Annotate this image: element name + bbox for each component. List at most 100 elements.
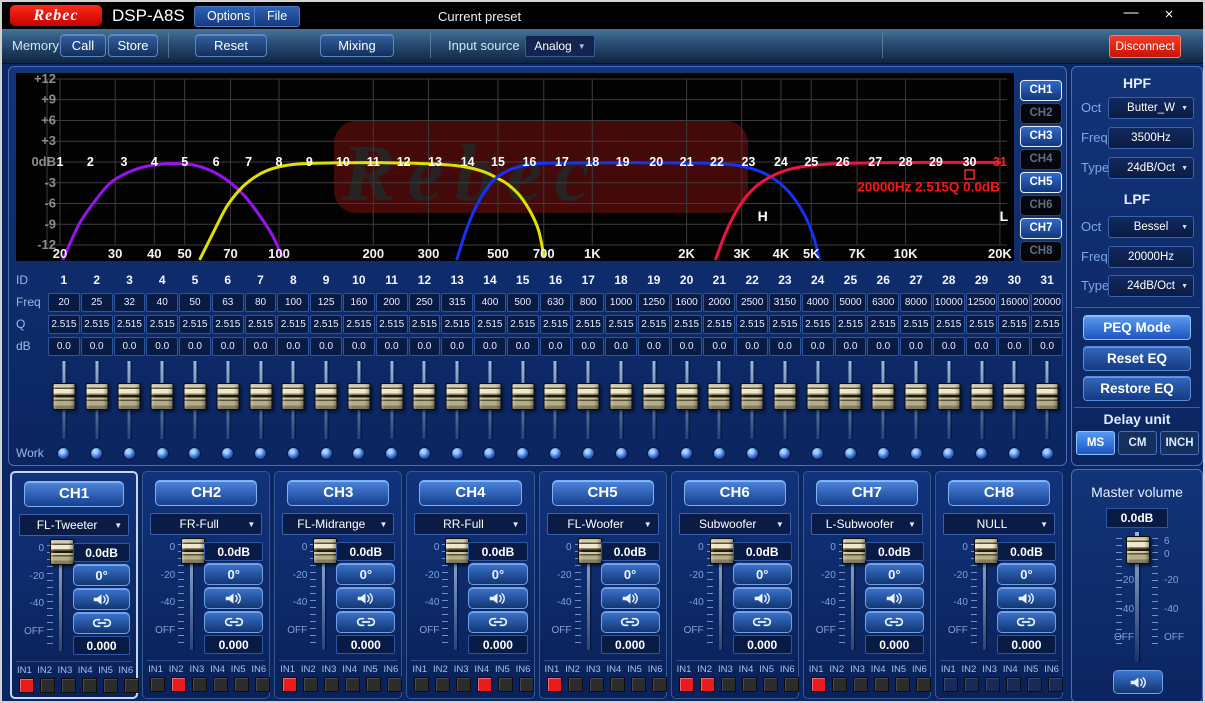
delay-value-ch2[interactable]: 0.000 — [204, 635, 263, 654]
band-q-field-15[interactable]: 2.515 — [507, 315, 539, 334]
delay-unit-ms-button[interactable]: MS — [1076, 431, 1115, 455]
band-q-field-14[interactable]: 2.515 — [474, 315, 506, 334]
channel-button-ch1[interactable]: CH1 — [24, 481, 124, 507]
band-q-field-31[interactable]: 2.515 — [1031, 315, 1063, 334]
input-select-ch1-in6[interactable] — [124, 678, 139, 693]
gain-value-ch5[interactable]: 0.0dB — [601, 542, 660, 561]
band-freq-field-27[interactable]: 8000 — [900, 293, 932, 312]
eq-gain-slider-23[interactable] — [773, 383, 796, 410]
delay-value-ch4[interactable]: 0.000 — [468, 635, 527, 654]
input-select-ch5-in6[interactable] — [652, 677, 667, 692]
band-freq-field-15[interactable]: 500 — [507, 293, 539, 312]
hpf-type-select[interactable]: 24dB/Oct▼ — [1108, 157, 1194, 179]
band-freq-field-7[interactable]: 80 — [245, 293, 277, 312]
band-q-field-5[interactable]: 2.515 — [179, 315, 211, 334]
band-freq-field-14[interactable]: 400 — [474, 293, 506, 312]
delay-unit-inch-button[interactable]: INCH — [1160, 431, 1199, 455]
input-select-ch2-in3[interactable] — [192, 677, 207, 692]
input-select-ch2-in5[interactable] — [234, 677, 249, 692]
band-db-field-22[interactable]: 0.0 — [736, 337, 768, 356]
band-db-field-14[interactable]: 0.0 — [474, 337, 506, 356]
band-q-field-29[interactable]: 2.515 — [966, 315, 998, 334]
eq-gain-slider-8[interactable] — [282, 383, 305, 410]
band-q-field-18[interactable]: 2.515 — [605, 315, 637, 334]
band-db-field-29[interactable]: 0.0 — [966, 337, 998, 356]
input-select-ch5-in5[interactable] — [631, 677, 646, 692]
band-db-field-8[interactable]: 0.0 — [277, 337, 309, 356]
phase-button-ch2[interactable]: 0° — [204, 563, 263, 585]
source-select-ch6[interactable]: Subwoofer▼ — [679, 513, 791, 535]
band-number-20[interactable]: 20 — [649, 155, 663, 169]
eq-gain-slider-16[interactable] — [544, 383, 567, 410]
band-number-29[interactable]: 29 — [929, 155, 943, 169]
band-freq-field-4[interactable]: 40 — [146, 293, 178, 312]
input-select-ch7-in3[interactable] — [853, 677, 868, 692]
band-q-field-6[interactable]: 2.515 — [212, 315, 244, 334]
mixing-button[interactable]: Mixing — [320, 34, 394, 57]
band-number-24[interactable]: 24 — [774, 155, 788, 169]
band-db-field-12[interactable]: 0.0 — [409, 337, 441, 356]
band-q-field-28[interactable]: 2.515 — [933, 315, 965, 334]
disconnect-button[interactable]: Disconnect — [1109, 35, 1181, 58]
band-freq-field-21[interactable]: 2000 — [703, 293, 735, 312]
graph-channel-toggle-ch2[interactable]: CH2 — [1020, 103, 1062, 124]
eq-gain-slider-11[interactable] — [380, 383, 403, 410]
band-number-25[interactable]: 25 — [804, 155, 818, 169]
input-select-ch1-in5[interactable] — [103, 678, 118, 693]
memory-call-button[interactable]: Call — [60, 34, 106, 57]
eq-gain-slider-14[interactable] — [478, 383, 501, 410]
input-select-ch2-in4[interactable] — [213, 677, 228, 692]
band-db-field-15[interactable]: 0.0 — [507, 337, 539, 356]
level-slider-ch3[interactable] — [313, 538, 337, 564]
channel-button-ch3[interactable]: CH3 — [287, 480, 389, 506]
band-q-field-30[interactable]: 2.515 — [998, 315, 1030, 334]
band-db-field-5[interactable]: 0.0 — [179, 337, 211, 356]
input-select-ch1-in3[interactable] — [61, 678, 76, 693]
mute-button-ch3[interactable] — [336, 587, 395, 609]
input-select-ch7-in6[interactable] — [916, 677, 931, 692]
lpf-freq-input[interactable]: 20000Hz — [1108, 246, 1194, 268]
link-button-ch6[interactable] — [733, 611, 792, 633]
band-freq-field-28[interactable]: 10000 — [933, 293, 965, 312]
eq-gain-slider-7[interactable] — [249, 383, 272, 410]
band-q-field-1[interactable]: 2.515 — [48, 315, 80, 334]
band-q-field-9[interactable]: 2.515 — [310, 315, 342, 334]
band-number-14[interactable]: 14 — [461, 155, 475, 169]
delay-unit-cm-button[interactable]: CM — [1118, 431, 1157, 455]
source-select-ch4[interactable]: RR-Full▼ — [414, 513, 526, 535]
input-select-ch1-in1[interactable] — [19, 678, 34, 693]
hpf-freq-input[interactable]: 3500Hz — [1108, 127, 1194, 149]
eq-gain-slider-9[interactable] — [315, 383, 338, 410]
band-number-12[interactable]: 12 — [397, 155, 411, 169]
band-db-field-18[interactable]: 0.0 — [605, 337, 637, 356]
band-number-3[interactable]: 3 — [120, 155, 127, 169]
eq-gain-slider-2[interactable] — [85, 383, 108, 410]
band-db-field-31[interactable]: 0.0 — [1031, 337, 1063, 356]
eq-gain-slider-12[interactable] — [413, 383, 436, 410]
level-slider-ch8[interactable] — [974, 538, 998, 564]
channel-button-ch6[interactable]: CH6 — [684, 480, 786, 506]
phase-button-ch4[interactable]: 0° — [468, 563, 527, 585]
link-button-ch5[interactable] — [601, 611, 660, 633]
graph-channel-toggle-ch7[interactable]: CH7 — [1020, 218, 1062, 239]
band-db-field-11[interactable]: 0.0 — [376, 337, 408, 356]
band-freq-field-26[interactable]: 6300 — [867, 293, 899, 312]
source-select-ch5[interactable]: FL-Woofer▼ — [547, 513, 659, 535]
delay-value-ch5[interactable]: 0.000 — [601, 635, 660, 654]
band-number-31[interactable]: 31 — [993, 155, 1007, 169]
input-select-ch2-in2[interactable] — [171, 677, 186, 692]
eq-gain-slider-18[interactable] — [610, 383, 633, 410]
file-button[interactable]: File — [254, 6, 300, 27]
eq-gain-slider-30[interactable] — [1003, 383, 1026, 410]
band-number-30[interactable]: 30 — [963, 155, 977, 169]
input-select-ch8-in4[interactable] — [1006, 677, 1021, 692]
gain-value-ch1[interactable]: 0.0dB — [73, 543, 130, 562]
eq-gain-slider-27[interactable] — [905, 383, 928, 410]
source-select-ch7[interactable]: L-Subwoofer▼ — [811, 513, 923, 535]
eq-gain-slider-20[interactable] — [675, 383, 698, 410]
band-db-field-6[interactable]: 0.0 — [212, 337, 244, 356]
band-db-field-3[interactable]: 0.0 — [114, 337, 146, 356]
link-button-ch8[interactable] — [997, 611, 1056, 633]
level-slider-ch2[interactable] — [181, 538, 205, 564]
level-slider-ch5[interactable] — [578, 538, 602, 564]
